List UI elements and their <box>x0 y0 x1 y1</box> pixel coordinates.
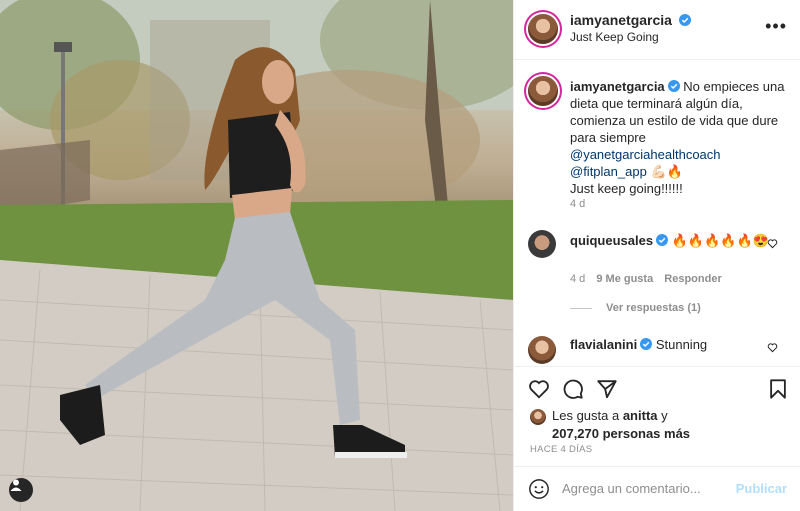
comment-input[interactable] <box>562 481 732 496</box>
caption-last-line: Just keep going!!!!!! <box>570 181 683 196</box>
comment: flavialanini Stunning <box>570 336 790 353</box>
comment-username[interactable]: quiqueusales <box>570 233 653 248</box>
person-icon <box>10 479 22 491</box>
comments-section: iamyanetgarcia No empieces una dieta que… <box>514 60 800 366</box>
likes-summary[interactable]: Les gusta a anitta y 207,270 personas má… <box>552 407 690 443</box>
likes-count[interactable]: 207,270 personas más <box>552 426 690 441</box>
comment-likes[interactable]: 9 Me gusta <box>596 273 653 285</box>
commenter-avatar[interactable] <box>528 336 556 364</box>
post-timestamp[interactable]: HACE 4 DÍAS <box>530 444 592 455</box>
verified-badge-icon <box>640 338 653 350</box>
mention-link[interactable]: @fitplan_app <box>570 164 647 179</box>
comment-text: 🔥🔥🔥🔥🔥😍 <box>671 233 769 248</box>
author-username[interactable]: iamyanetgarcia <box>570 12 672 28</box>
likes-suffix: y <box>657 408 668 423</box>
post-header: iamyanetgarcia Just Keep Going ••• <box>514 0 800 60</box>
photo-illustration <box>0 0 513 511</box>
emoji-smiley-icon[interactable] <box>528 478 550 500</box>
replies-divider <box>570 307 592 309</box>
caption-emoji: 💪🏻🔥 <box>650 164 683 179</box>
caption-age[interactable]: 4 d <box>570 198 585 210</box>
post-photo[interactable] <box>0 0 513 511</box>
caption-avatar[interactable] <box>528 76 558 106</box>
comment-like-heart-icon[interactable] <box>767 238 778 249</box>
reply-button[interactable]: Responder <box>664 273 721 285</box>
comment-like-heart-icon[interactable] <box>767 342 778 353</box>
post-location[interactable]: Just Keep Going <box>570 30 659 44</box>
commenter-avatar[interactable] <box>528 230 556 258</box>
like-heart-icon[interactable] <box>528 378 550 400</box>
author-username-row[interactable]: iamyanetgarcia <box>570 12 691 28</box>
comment: quiqueusales 🔥🔥🔥🔥🔥😍 <box>570 232 790 249</box>
publish-button[interactable]: Publicar <box>736 481 787 496</box>
add-comment-bar: Publicar <box>514 466 800 511</box>
author-avatar[interactable] <box>528 14 558 44</box>
view-replies[interactable]: Ver respuestas (1) <box>570 302 701 314</box>
share-send-icon[interactable] <box>596 378 618 400</box>
comment-age[interactable]: 4 d <box>570 273 585 285</box>
more-options-icon[interactable]: ••• <box>765 16 787 37</box>
caption-username[interactable]: iamyanetgarcia <box>570 79 665 94</box>
liker-username[interactable]: anitta <box>623 408 658 423</box>
verified-badge-icon <box>667 80 680 92</box>
view-replies-label[interactable]: Ver respuestas (1) <box>606 302 701 314</box>
mention-link[interactable]: @yanetgarciahealthcoach <box>570 147 721 162</box>
instagram-post-view: iamyanetgarcia Just Keep Going ••• iamya… <box>0 0 800 511</box>
post-actions: Les gusta a anitta y 207,270 personas má… <box>514 366 800 476</box>
comment-username[interactable]: flavialanini <box>570 337 637 352</box>
comment-bubble-icon[interactable] <box>562 378 584 400</box>
liker-avatar[interactable] <box>530 409 546 425</box>
user-tag-button[interactable] <box>9 478 33 502</box>
likes-prefix: Les gusta a <box>552 408 623 423</box>
comment-text: Stunning <box>655 337 708 352</box>
comment-meta: 4 d 9 Me gusta Responder <box>570 273 722 285</box>
caption: iamyanetgarcia No empieces una dieta que… <box>570 78 790 197</box>
post-side-panel: iamyanetgarcia Just Keep Going ••• iamya… <box>513 0 800 511</box>
verified-badge-icon <box>678 14 691 26</box>
bookmark-icon[interactable] <box>767 378 789 400</box>
verified-badge-icon <box>656 234 669 246</box>
